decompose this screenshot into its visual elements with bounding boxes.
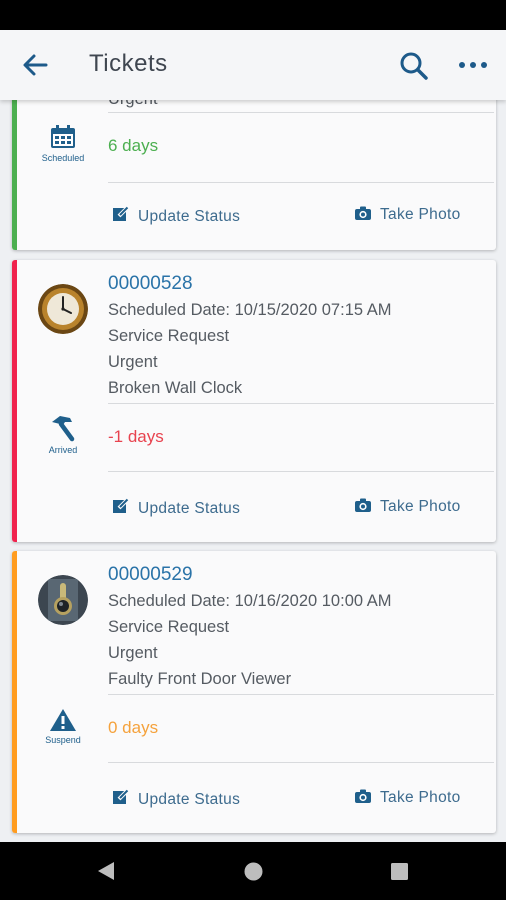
divider bbox=[108, 471, 494, 472]
ticket-description: Broken Wall Clock bbox=[108, 379, 243, 397]
ticket-list[interactable]: Urgent Scheduled 6 days Update Status bbox=[0, 100, 506, 842]
camera-icon bbox=[355, 789, 371, 803]
status-indicator: Scheduled bbox=[32, 124, 94, 163]
ticket-type: Service Request bbox=[108, 618, 230, 636]
edit-icon bbox=[113, 205, 130, 221]
ticket-thumbnail bbox=[38, 284, 88, 334]
system-status-bar bbox=[0, 0, 506, 30]
days-remaining: 6 days bbox=[108, 136, 159, 155]
update-status-button[interactable]: Update Status bbox=[112, 205, 240, 226]
hammer-icon bbox=[52, 416, 75, 442]
ticket-card[interactable]: 00000529 Scheduled Date: 10/16/2020 10:0… bbox=[12, 551, 496, 833]
status-indicator: Suspend bbox=[32, 708, 94, 745]
warning-icon bbox=[50, 709, 76, 731]
status-label: Arrived bbox=[48, 445, 78, 455]
status-label: Scheduled bbox=[41, 153, 85, 163]
divider bbox=[108, 694, 494, 695]
take-photo-button[interactable]: Take Photo bbox=[354, 497, 461, 516]
divider bbox=[108, 762, 494, 763]
ticket-scheduled-date: Scheduled Date: 10/16/2020 10:00 AM bbox=[108, 592, 392, 610]
ticket-priority: Urgent bbox=[108, 353, 158, 371]
status-color-bar bbox=[12, 260, 17, 542]
nav-back-icon[interactable] bbox=[96, 860, 116, 887]
door-viewer-image bbox=[38, 575, 88, 625]
camera-icon bbox=[355, 206, 371, 220]
calendar-icon bbox=[51, 125, 75, 148]
status-label: Suspend bbox=[45, 735, 81, 745]
app-bar: Tickets bbox=[0, 30, 506, 100]
ticket-priority: Urgent bbox=[108, 100, 158, 109]
ticket-number-link[interactable]: 00000529 bbox=[108, 564, 193, 586]
camera-icon bbox=[355, 498, 371, 512]
divider bbox=[108, 403, 494, 404]
nav-recents-icon[interactable] bbox=[390, 862, 409, 886]
edit-icon bbox=[113, 497, 130, 513]
nav-home-icon[interactable] bbox=[244, 862, 263, 886]
ticket-card[interactable]: Urgent Scheduled 6 days Update Status bbox=[12, 100, 496, 250]
days-remaining: 0 days bbox=[108, 718, 159, 737]
back-arrow-icon[interactable] bbox=[18, 50, 52, 80]
status-color-bar bbox=[12, 100, 17, 250]
more-options-icon[interactable] bbox=[456, 52, 490, 78]
ticket-scheduled-date: Scheduled Date: 10/15/2020 07:15 AM bbox=[108, 301, 392, 319]
edit-icon bbox=[113, 788, 130, 804]
take-photo-button[interactable]: Take Photo bbox=[354, 205, 461, 224]
divider bbox=[108, 182, 494, 183]
update-status-button[interactable]: Update Status bbox=[112, 788, 240, 809]
system-navigation-bar bbox=[0, 842, 506, 900]
page-title: Tickets bbox=[89, 50, 168, 77]
search-icon[interactable] bbox=[398, 50, 430, 82]
status-indicator: Arrived bbox=[32, 414, 94, 455]
take-photo-button[interactable]: Take Photo bbox=[354, 788, 461, 807]
days-remaining: -1 days bbox=[108, 427, 164, 446]
ticket-description: Faulty Front Door Viewer bbox=[108, 670, 292, 688]
divider bbox=[108, 112, 494, 113]
ticket-number-link[interactable]: 00000528 bbox=[108, 273, 193, 295]
wall-clock-image bbox=[38, 284, 88, 334]
ticket-card[interactable]: 00000528 Scheduled Date: 10/15/2020 07:1… bbox=[12, 260, 496, 542]
ticket-type: Service Request bbox=[108, 327, 230, 345]
status-color-bar bbox=[12, 551, 17, 833]
update-status-button[interactable]: Update Status bbox=[112, 497, 240, 518]
ticket-priority: Urgent bbox=[108, 644, 158, 662]
ticket-thumbnail bbox=[38, 575, 88, 625]
